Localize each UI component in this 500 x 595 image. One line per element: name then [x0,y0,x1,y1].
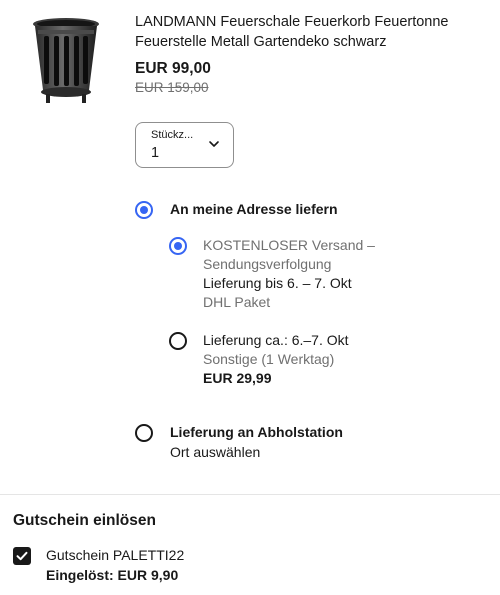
voucher-name: Gutschein PALETTI22 [46,547,185,563]
product-price: EUR 99,00 [135,60,211,77]
quantity-select[interactable]: Stückz... 1 [135,122,234,168]
chevron-down-icon [209,141,219,147]
home-delivery-label: An meine Adresse liefern [170,201,338,217]
quantity-label: Stückz... [151,129,194,141]
express-shipping-type: Sonstige (1 Werktag) [203,351,335,367]
fire-basket-image [33,18,99,103]
radio-free-shipping[interactable] [169,237,187,255]
pickup-station-label: Lieferung an Abholstation [170,424,343,440]
radio-home-delivery[interactable] [135,201,153,219]
product-old-price: EUR 159,00 [135,80,209,95]
quantity-value: 1 [151,145,160,161]
radio-express-shipping[interactable] [169,332,187,350]
radio-pickup-station[interactable] [135,424,153,442]
free-shipping-date: Lieferung bis 6. – 7. Okt [203,275,352,291]
product-image [26,14,106,104]
voucher-redeemed-amount: Eingelöst: EUR 9,90 [46,567,179,583]
free-shipping-carrier: DHL Paket [203,294,271,310]
pickup-station-select-link[interactable]: Ort auswählen [170,443,260,462]
section-divider [0,494,500,495]
voucher-checkbox[interactable] [13,547,31,565]
product-title[interactable]: LANDMANN Feuerschale Feuerkorb Feuertonn… [135,12,485,52]
express-shipping-price: EUR 29,99 [203,370,272,386]
voucher-section-title: Gutschein einlösen [13,512,156,529]
checkmark-icon [16,551,28,561]
free-shipping-title: KOSTENLOSER Versand – [203,237,375,253]
express-shipping-date: Lieferung ca.: 6.–7. Okt [203,332,349,348]
free-shipping-tracking: Sendungsverfolgung [203,256,332,272]
